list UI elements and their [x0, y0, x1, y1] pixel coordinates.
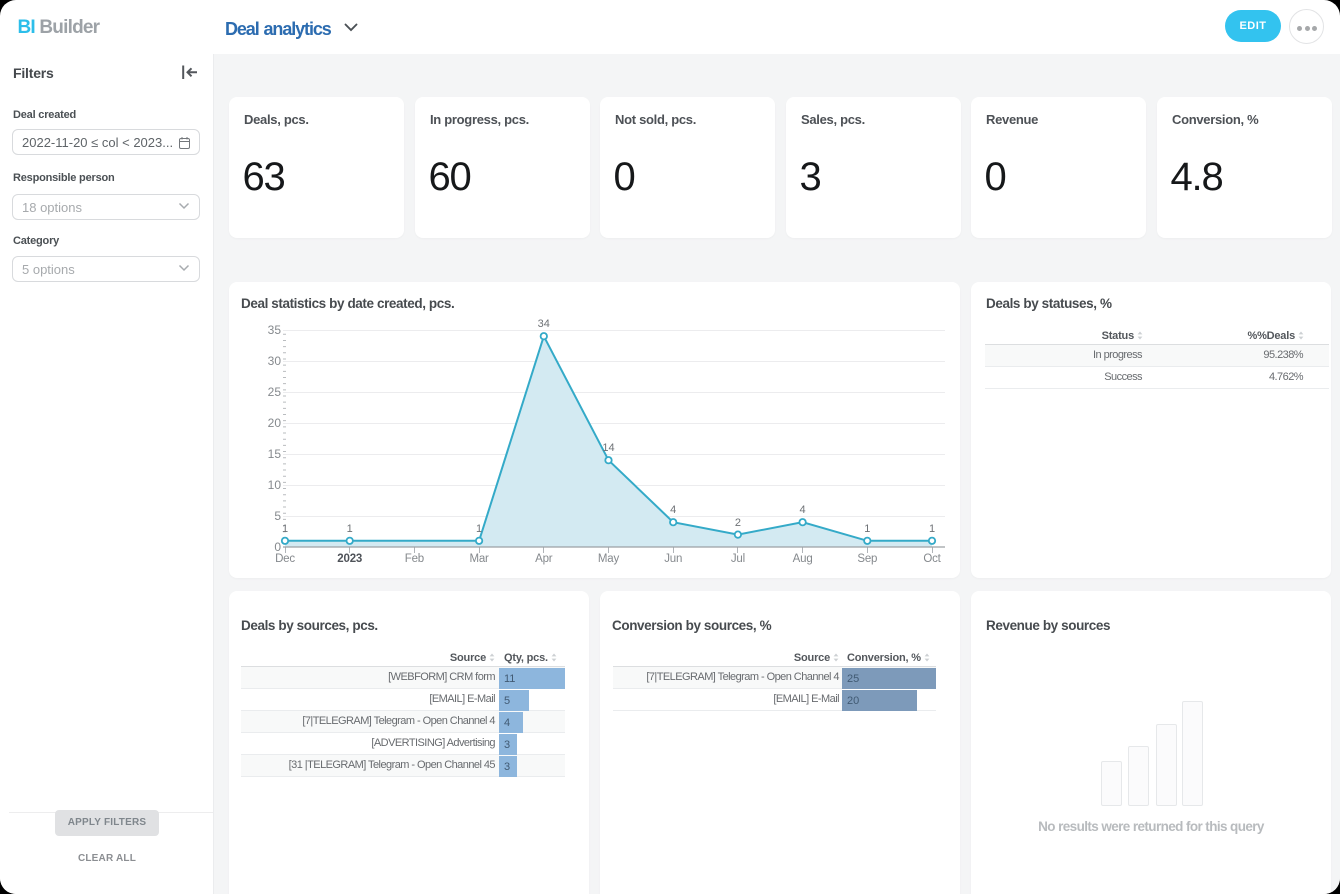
svg-text:Aug: Aug [793, 553, 813, 565]
svg-text:34: 34 [538, 318, 550, 330]
svg-text:Sep: Sep [857, 553, 877, 565]
svg-text:1: 1 [347, 523, 353, 535]
svg-text:15: 15 [268, 447, 282, 461]
svg-text:30: 30 [268, 354, 282, 368]
svg-text:Feb: Feb [405, 553, 424, 565]
svg-text:4: 4 [670, 504, 676, 516]
svg-text:1: 1 [476, 523, 482, 535]
svg-text:5: 5 [274, 509, 281, 523]
svg-text:Oct: Oct [923, 553, 941, 565]
svg-text:1: 1 [929, 523, 935, 535]
svg-text:2023: 2023 [337, 553, 362, 565]
svg-text:25: 25 [268, 385, 282, 399]
svg-text:Mar: Mar [469, 553, 489, 565]
svg-text:Jul: Jul [731, 553, 745, 565]
svg-text:35: 35 [268, 323, 282, 337]
svg-text:10: 10 [268, 478, 282, 492]
svg-text:1: 1 [282, 523, 288, 535]
svg-text:Dec: Dec [275, 553, 295, 565]
svg-text:1: 1 [864, 523, 870, 535]
svg-text:14: 14 [602, 442, 614, 454]
svg-text:4: 4 [800, 504, 806, 516]
svg-text:Apr: Apr [535, 553, 553, 565]
svg-text:Jun: Jun [664, 553, 682, 565]
svg-text:2: 2 [735, 517, 741, 529]
svg-text:May: May [598, 553, 620, 565]
svg-text:0: 0 [274, 540, 281, 554]
svg-text:20: 20 [268, 416, 282, 430]
